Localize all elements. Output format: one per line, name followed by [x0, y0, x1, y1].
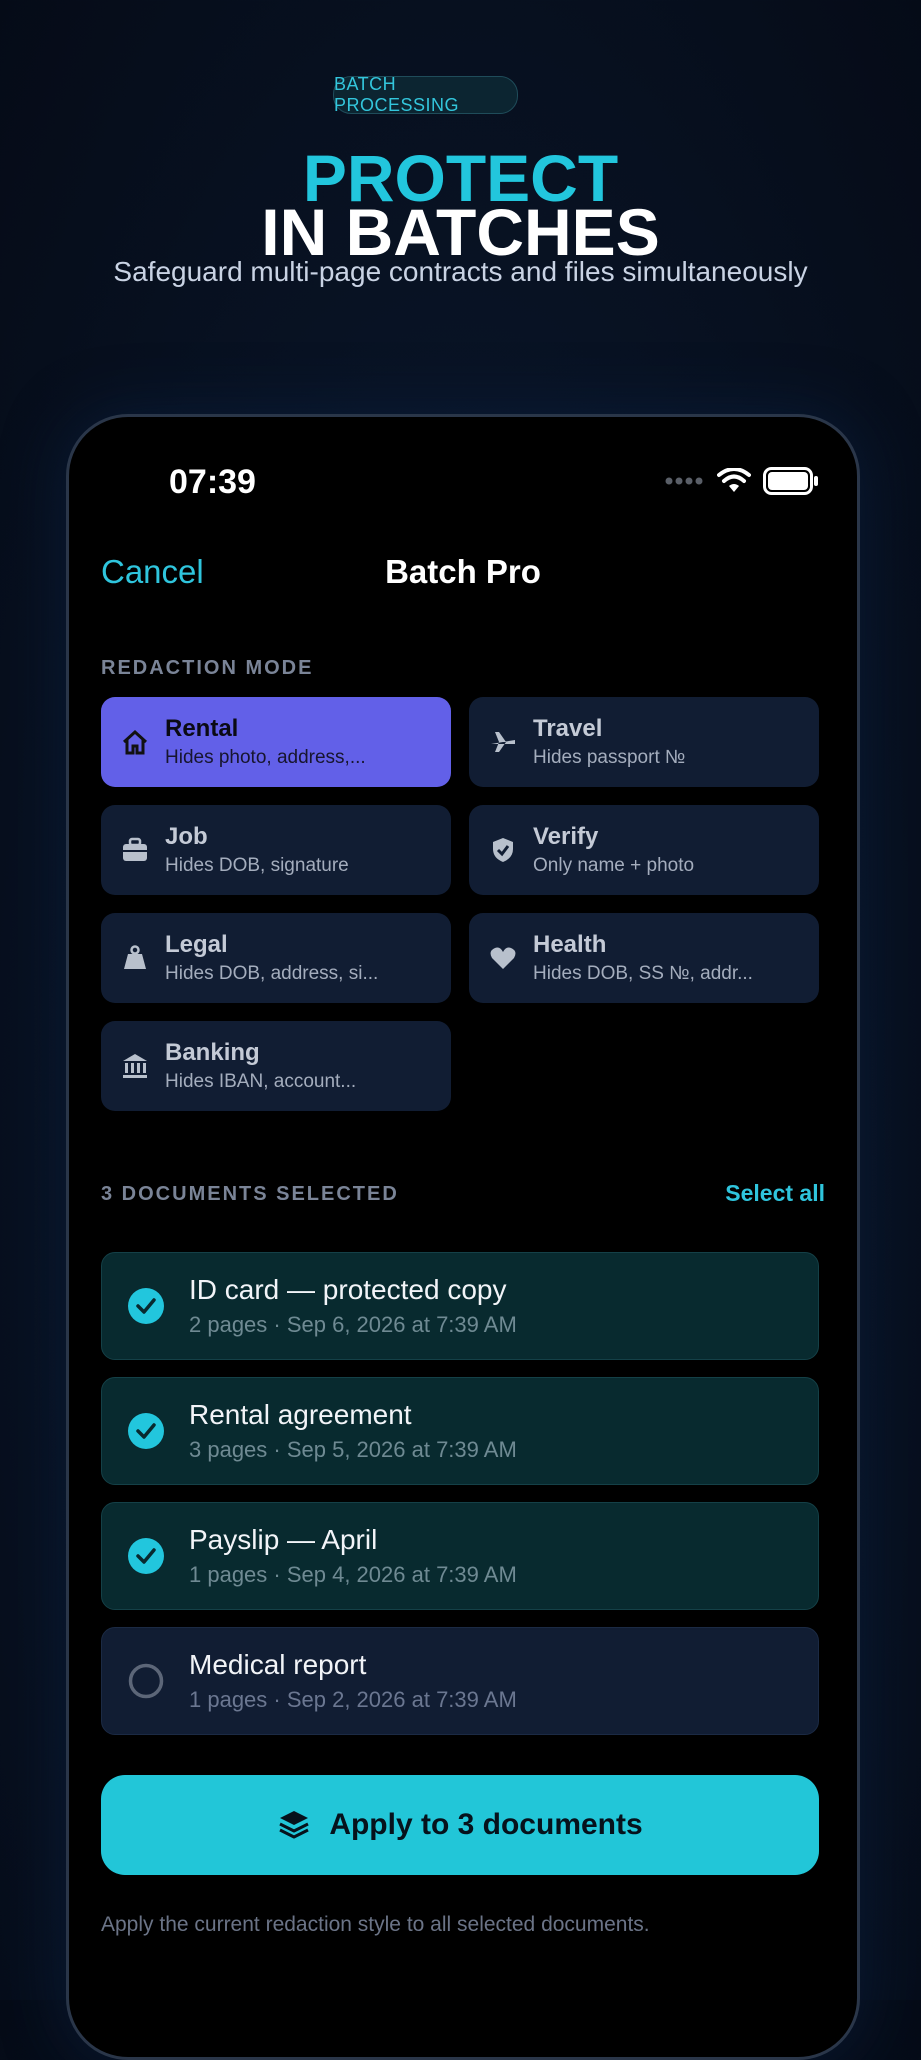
mode-travel[interactable]: Travel Hides passport №: [469, 697, 819, 787]
heart-icon: [489, 944, 517, 972]
apply-button[interactable]: Apply to 3 documents: [101, 1775, 819, 1875]
checkmark-circle-icon[interactable]: [128, 1413, 164, 1449]
document-title: Medical report: [189, 1649, 367, 1680]
screen-title: Batch Pro: [385, 553, 541, 590]
document-row[interactable]: ID card — protected copy 2 pages · Sep 6…: [101, 1252, 819, 1360]
document-title: Payslip — April: [189, 1524, 378, 1555]
footnote: Apply the current redaction style to all…: [101, 1913, 650, 1936]
mode-subtitle: Hides IBAN, account...: [165, 1071, 357, 1092]
mode-subtitle: Hides passport №: [533, 747, 686, 768]
mode-title: Verify: [533, 823, 599, 850]
mode-title: Rental: [165, 715, 239, 742]
select-all-button[interactable]: Select all: [725, 1180, 825, 1207]
phone-frame: 07:39 Cancel Batch Pro REDACTION MODE Re…: [66, 414, 860, 2060]
mode-rental[interactable]: Rental Hides photo, address,...: [101, 697, 451, 787]
shield-check-icon: [489, 836, 517, 864]
document-row[interactable]: Rental agreement 3 pages · Sep 5, 2026 a…: [101, 1377, 819, 1485]
document-meta: 3 pages · Sep 5, 2026 at 7:39 AM: [189, 1437, 517, 1462]
document-row[interactable]: Medical report 1 pages · Sep 2, 2026 at …: [101, 1627, 819, 1735]
mode-subtitle: Hides DOB, SS №, addr...: [533, 963, 753, 984]
mode-title: Legal: [165, 931, 228, 958]
wifi-icon: [717, 468, 751, 492]
cellular-signal-icon: [665, 477, 703, 485]
checkmark-circle-icon[interactable]: [128, 1538, 164, 1574]
document-meta: 2 pages · Sep 6, 2026 at 7:39 AM: [189, 1312, 517, 1337]
mode-banking[interactable]: Banking Hides IBAN, account...: [101, 1021, 451, 1111]
airplane-icon: [489, 728, 517, 756]
redaction-mode-label: REDACTION MODE: [101, 657, 314, 679]
mode-verify[interactable]: Verify Only name + photo: [469, 805, 819, 895]
layers-icon: [279, 1811, 309, 1839]
status-time: 07:39: [169, 463, 256, 501]
mode-title: Health: [533, 931, 607, 958]
mode-subtitle: Only name + photo: [533, 855, 695, 876]
mode-title: Banking: [165, 1039, 260, 1066]
documents-selected-label: 3 DOCUMENTS SELECTED: [101, 1183, 399, 1205]
mode-subtitle: Hides DOB, address, si...: [165, 963, 379, 984]
bank-icon: [121, 1052, 149, 1080]
mode-health[interactable]: Health Hides DOB, SS №, addr...: [469, 913, 819, 1003]
document-meta: 1 pages · Sep 4, 2026 at 7:39 AM: [189, 1562, 517, 1587]
mode-legal[interactable]: Legal Hides DOB, address, si...: [101, 913, 451, 1003]
empty-circle-icon[interactable]: [128, 1663, 164, 1699]
promo-subtitle: Safeguard multi-page contracts and files…: [113, 256, 808, 287]
status-icons: [665, 467, 819, 495]
house-icon: [121, 728, 149, 756]
mode-title: Travel: [533, 715, 603, 742]
mode-subtitle: Hides DOB, signature: [165, 855, 349, 876]
apply-button-label: Apply to 3 documents: [329, 1808, 643, 1841]
weight-icon: [121, 944, 149, 972]
document-title: ID card — protected copy: [189, 1274, 507, 1305]
mode-title: Job: [165, 823, 208, 850]
document-row[interactable]: Payslip — April 1 pages · Sep 4, 2026 at…: [101, 1502, 819, 1610]
mode-job[interactable]: Job Hides DOB, signature: [101, 805, 451, 895]
battery-icon: [763, 467, 818, 495]
document-title: Rental agreement: [189, 1399, 412, 1430]
briefcase-icon: [121, 836, 149, 864]
feature-badge: BATCH PROCESSING: [333, 74, 518, 115]
mode-subtitle: Hides photo, address,...: [165, 747, 366, 768]
document-meta: 1 pages · Sep 2, 2026 at 7:39 AM: [189, 1687, 517, 1712]
checkmark-circle-icon[interactable]: [128, 1288, 164, 1324]
